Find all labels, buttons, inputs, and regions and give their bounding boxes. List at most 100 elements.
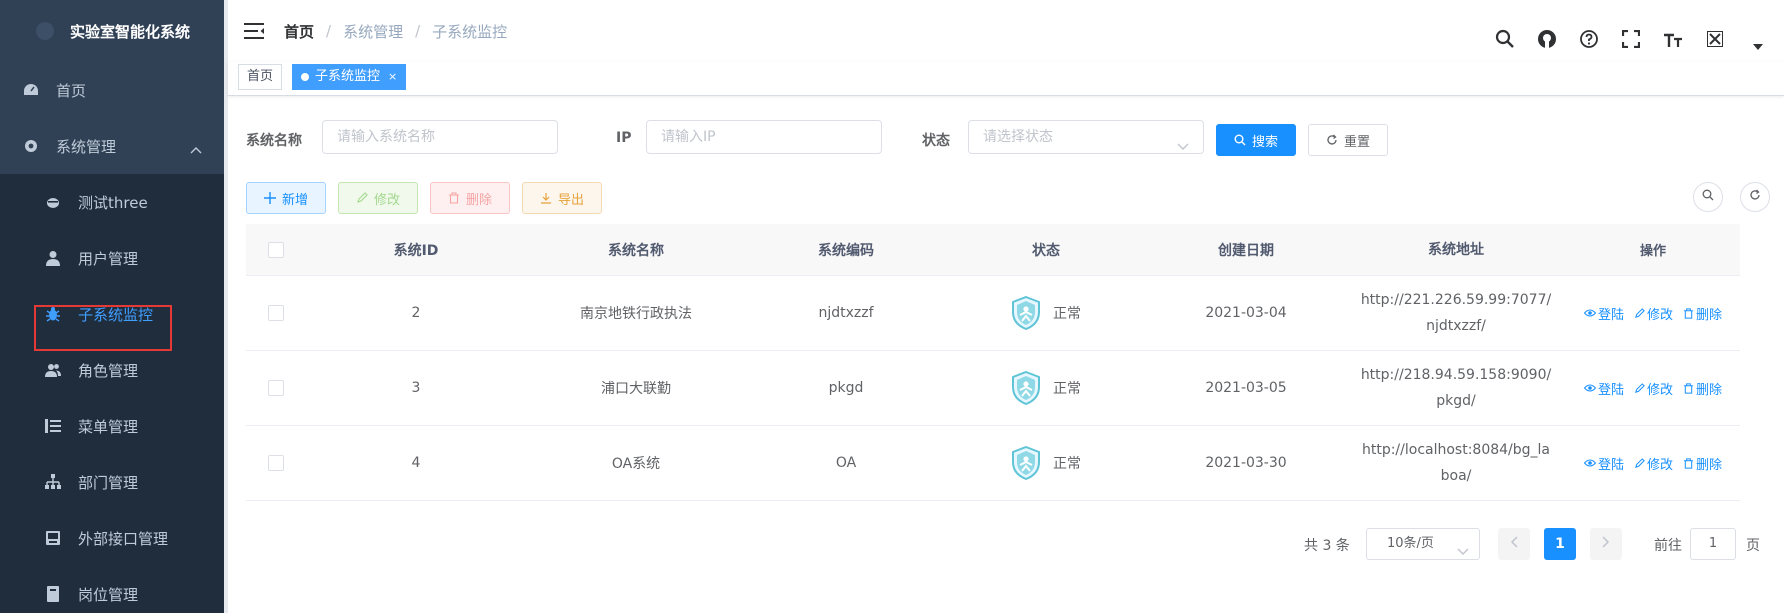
search-icon[interactable]: [1492, 26, 1518, 52]
eye-icon: [1583, 383, 1596, 393]
sidebar-logo[interactable]: 实验室智能化系统: [0, 0, 224, 62]
url-line: http://218.94.59.158:9090/: [1360, 367, 1552, 383]
login-link[interactable]: 登陆: [1583, 379, 1624, 398]
login-link-label: 登陆: [1597, 457, 1624, 473]
peoples-icon: [44, 361, 62, 379]
delete-link[interactable]: 删除: [1683, 454, 1722, 473]
delete-button[interactable]: 删除: [430, 182, 510, 214]
header-checkbox-cell: [246, 241, 306, 258]
delete-link[interactable]: 删除: [1683, 304, 1722, 323]
sidebar-item-users[interactable]: 用户管理: [0, 230, 224, 286]
edit-link-label: 修改: [1646, 457, 1673, 473]
sidebar-item-departments[interactable]: 部门管理: [0, 454, 224, 510]
search-icon: [1702, 189, 1714, 205]
highlight-annotation-box: [34, 305, 172, 351]
breadcrumb-system[interactable]: 系统管理: [343, 21, 403, 42]
breadcrumb-current: 子系统监控: [432, 22, 508, 41]
download-icon: [540, 192, 552, 204]
pagination-total: 共 3 条: [1304, 538, 1350, 554]
row-checkbox[interactable]: [268, 305, 284, 321]
sidebar-item-label: 岗位管理: [78, 585, 139, 604]
tree-table-icon: [44, 417, 62, 435]
toggle-search-button[interactable]: [1693, 182, 1723, 212]
cell-code: pkgd: [828, 380, 864, 396]
sidebar-item-external-api[interactable]: 外部接口管理: [0, 510, 224, 566]
search-icon: [1234, 134, 1246, 146]
login-link[interactable]: 登陆: [1583, 304, 1624, 323]
close-icon[interactable]: ×: [388, 65, 397, 89]
fullscreen-icon[interactable]: [1618, 26, 1644, 52]
row-checkbox-cell: [246, 455, 306, 471]
tag-home[interactable]: 首页: [238, 64, 283, 90]
export-button[interactable]: 导出: [522, 182, 602, 214]
column-header: 创建日期: [1218, 242, 1274, 259]
sidebar-item-test-three[interactable]: 测试three: [0, 174, 224, 230]
hamburger-icon[interactable]: [242, 19, 266, 43]
bug-icon: [44, 193, 62, 211]
url-line: http://221.226.59.99:7077/: [1360, 292, 1552, 308]
sidebar-item-label: 系统管理: [56, 137, 117, 156]
trash-icon: [1683, 457, 1694, 469]
chevron-right-icon: [1602, 536, 1610, 552]
gear-icon: [22, 137, 40, 155]
select-all-checkbox[interactable]: [268, 241, 284, 258]
add-button[interactable]: 新增: [246, 182, 326, 214]
prev-page-button[interactable]: [1498, 528, 1530, 560]
sidebar-item-menus[interactable]: 菜单管理: [0, 398, 224, 454]
sidebar: 实验室智能化系统 首页 系统管理 测试three 用户管理 子系统监控 角色管理…: [0, 0, 224, 613]
breadcrumb: 首页 / 系统管理 / 子系统监控: [284, 21, 507, 42]
monitor-icon: [44, 529, 62, 547]
status-text: 正常: [1053, 381, 1081, 397]
sidebar-item-home[interactable]: 首页: [0, 62, 224, 118]
sidebar-item-system[interactable]: 系统管理: [0, 118, 224, 174]
status-select[interactable]: 请选择状态: [968, 120, 1204, 154]
status-text: 正常: [1053, 456, 1081, 472]
edit-link-label: 修改: [1646, 307, 1673, 323]
cell-status: 正常: [946, 296, 1146, 330]
reset-button-label: 重置: [1343, 134, 1370, 150]
row-checkbox[interactable]: [268, 380, 284, 396]
page-size-select[interactable]: 10条/页: [1366, 528, 1480, 560]
caret-down-icon[interactable]: [1752, 34, 1764, 60]
sidebar-item-posts[interactable]: 岗位管理: [0, 566, 224, 613]
edit-button-label: 修改: [373, 192, 400, 208]
search-button[interactable]: 搜索: [1216, 124, 1296, 156]
edit-link[interactable]: 修改: [1634, 304, 1673, 323]
chevron-down-icon: [1177, 131, 1189, 163]
navbar-actions: [1476, 18, 1764, 60]
question-icon[interactable]: [1576, 26, 1602, 52]
edit-button[interactable]: 修改: [338, 182, 418, 214]
row-checkbox[interactable]: [268, 455, 284, 471]
goto-page-input[interactable]: 1: [1690, 528, 1736, 560]
edit-link[interactable]: 修改: [1634, 379, 1673, 398]
login-link[interactable]: 登陆: [1583, 454, 1624, 473]
eye-icon: [1583, 308, 1596, 318]
table-header: 系统ID 系统名称 系统编码 状态 创建日期 系统地址 操作: [246, 224, 1740, 276]
edit-link[interactable]: 修改: [1634, 454, 1673, 473]
tags-view: 首页 子系统监控 ×: [228, 62, 1784, 96]
breadcrumb-home[interactable]: 首页: [284, 21, 314, 42]
github-icon[interactable]: [1534, 26, 1560, 52]
font-size-icon[interactable]: [1660, 26, 1686, 52]
next-page-button[interactable]: [1590, 528, 1622, 560]
refresh-table-button[interactable]: [1740, 182, 1770, 212]
refresh-icon: [1749, 189, 1761, 205]
cell-url: http://221.226.59.99:7077/ njdtxzzf/: [1346, 287, 1566, 339]
reset-button[interactable]: 重置: [1308, 124, 1388, 156]
url-line: njdtxzzf/: [1426, 318, 1486, 334]
cell-name: OA系统: [611, 456, 661, 472]
sidebar-item-label: 测试three: [78, 193, 148, 212]
avatar-icon[interactable]: [1702, 26, 1728, 52]
system-name-input[interactable]: 请输入系统名称: [322, 120, 558, 154]
page-number-button[interactable]: 1: [1544, 528, 1576, 560]
plus-icon: [263, 192, 276, 204]
tag-subsystem-monitor[interactable]: 子系统监控 ×: [292, 64, 407, 90]
status-badge: 正常: [1011, 446, 1081, 480]
post-icon: [44, 585, 62, 603]
url-line: boa/: [1440, 468, 1472, 484]
status-badge: 正常: [1011, 371, 1081, 405]
delete-link[interactable]: 删除: [1683, 379, 1722, 398]
ip-input[interactable]: 请输入IP: [646, 120, 882, 154]
trash-icon: [448, 192, 460, 204]
row-checkbox-cell: [246, 305, 306, 321]
